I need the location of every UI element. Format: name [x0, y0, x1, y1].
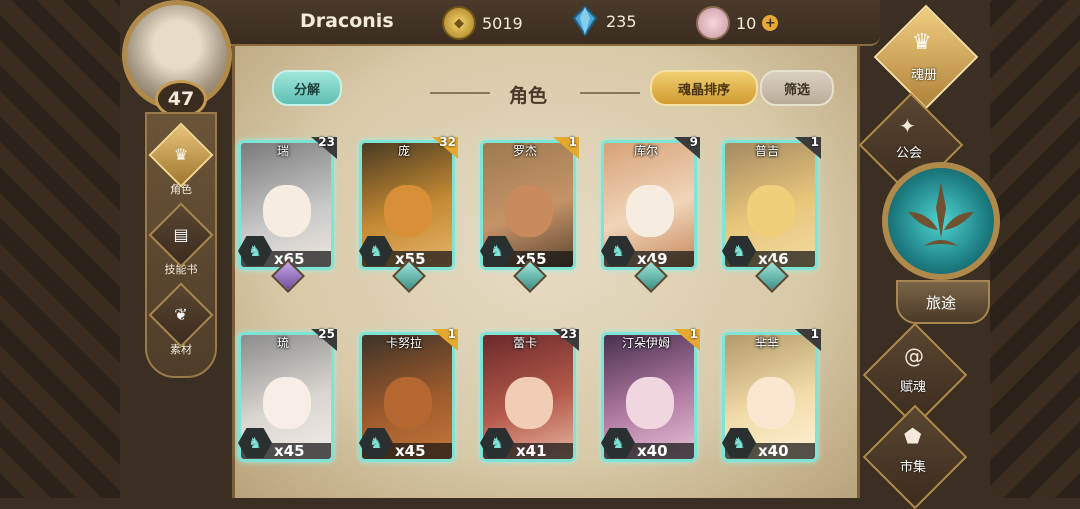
crystal-counter: 235 — [570, 6, 637, 36]
gem-counter[interactable]: 10 + — [696, 6, 779, 40]
character-level: 1 — [447, 327, 456, 341]
crystal-icon — [570, 6, 600, 36]
character-level: 23 — [560, 327, 577, 341]
sort-button[interactable]: 魂晶排序 — [650, 70, 758, 106]
helmet-icon: ♛ — [912, 30, 932, 55]
title-ornament-left — [430, 92, 490, 94]
left-nav: ♛ 角色 ▤ 技能书 ❦ 素材 — [145, 112, 217, 378]
swirl-icon: @ — [904, 344, 924, 368]
character-level: 25 — [318, 327, 335, 341]
character-card[interactable]: 芈芈 1 ♞ x40 — [722, 327, 821, 476]
soul-book-label: 魂册 — [910, 68, 937, 83]
guild-label: 公会 — [895, 146, 922, 161]
right-background — [990, 0, 1080, 498]
page-title: 角色 — [508, 85, 547, 107]
journey-label: 旅途 — [925, 294, 956, 312]
filter-button[interactable]: 筛选 — [760, 70, 834, 106]
soul-book-button[interactable] — [873, 4, 979, 110]
add-gems-button[interactable]: + — [762, 15, 779, 31]
pentagon-gem-icon: ⬟ — [904, 424, 922, 448]
character-level: 1 — [689, 327, 698, 341]
left-background — [0, 0, 120, 498]
shard-count: x45 — [274, 442, 305, 460]
character-card[interactable]: 蕾卡 23 ♞ x41 — [480, 327, 579, 476]
character-card[interactable]: 罗杰 1 ♞ x55 — [480, 135, 579, 293]
nav-item-materials[interactable]: ❦ 素材 — [147, 282, 215, 357]
character-level: 23 — [318, 135, 335, 149]
player-name: Draconis — [300, 10, 394, 32]
shard-count: x40 — [758, 442, 789, 460]
gold-coin-icon: ◆ — [442, 6, 476, 40]
gold-amount: 5019 — [482, 13, 523, 33]
character-level: 1 — [568, 135, 577, 149]
helmet-icon: ♛ — [148, 122, 214, 188]
character-level: 1 — [810, 135, 819, 149]
shard-count: x40 — [637, 442, 668, 460]
crystal-amount: 235 — [606, 11, 637, 31]
material-icon: ❦ — [148, 282, 214, 348]
shard-count: x45 — [395, 442, 426, 460]
gold-counter: ◆ 5019 — [442, 6, 523, 40]
character-level: 9 — [689, 135, 698, 149]
character-card[interactable]: 琉 25 ♞ x45 — [238, 327, 337, 476]
title-ornament-right — [580, 92, 640, 94]
character-card[interactable]: 库尔 9 ♞ x49 — [601, 135, 700, 293]
soul-grant-label: 赋魂 — [899, 380, 926, 395]
market-label: 市集 — [899, 460, 926, 475]
shard-count: x41 — [516, 442, 547, 460]
decompose-button[interactable]: 分解 — [272, 70, 342, 106]
character-card[interactable]: 卡努拉 1 ♞ x45 — [359, 327, 458, 476]
guild-crest-icon: ✦ — [899, 114, 916, 138]
character-card[interactable]: 瑞 23 ♞ x65 — [238, 135, 337, 293]
character-card[interactable]: 汀朵伊姆 1 ♞ x40 — [601, 327, 700, 476]
character-card[interactable]: 普吉 1 ♞ x46 — [722, 135, 821, 293]
gem-icon — [696, 6, 730, 40]
nav-item-skill-books[interactable]: ▤ 技能书 — [147, 202, 215, 277]
gem-amount: 10 — [736, 13, 757, 33]
character-card[interactable]: 庞 32 ♞ x55 — [359, 135, 458, 293]
character-level: 32 — [439, 135, 456, 149]
book-icon: ▤ — [148, 202, 214, 268]
journey-button[interactable]: 旅途 — [882, 162, 1000, 324]
journey-emblem-icon — [882, 162, 1000, 280]
nav-item-characters[interactable]: ♛ 角色 — [147, 122, 215, 197]
character-level: 1 — [810, 327, 819, 341]
